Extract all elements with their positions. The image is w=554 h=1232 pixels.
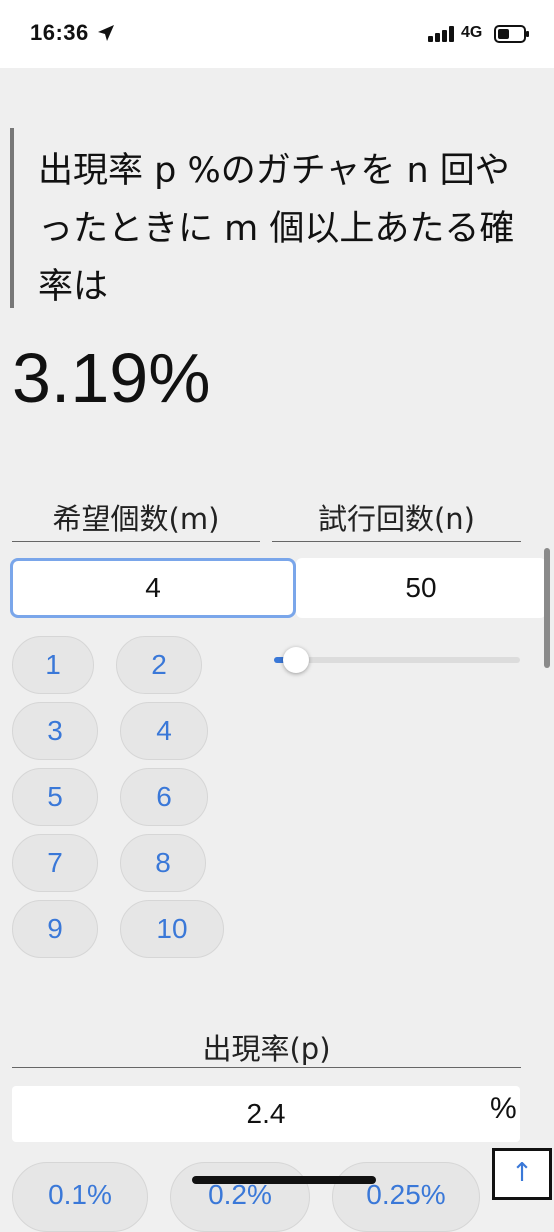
status-time: 16:36 xyxy=(30,20,89,45)
home-indicator[interactable] xyxy=(192,1176,376,1184)
trial-count-slider[interactable] xyxy=(274,647,520,673)
m-quick-button-6[interactable]: 6 xyxy=(120,768,208,826)
network-type-label: 4G xyxy=(461,24,483,41)
m-quick-button-8[interactable]: 8 xyxy=(120,834,206,892)
m-quick-button-2[interactable]: 2 xyxy=(116,636,202,694)
trial-count-label: 試行回数(n) xyxy=(272,496,521,542)
status-bar: 16:36 4G xyxy=(0,0,554,68)
location-arrow-icon xyxy=(98,25,114,41)
question-blockquote: 出現率 p %のガチャを n 回やったときに m 個以上あたる確率は xyxy=(10,128,520,308)
m-quick-button-10[interactable]: 10 xyxy=(120,900,224,958)
calculator-page: 出現率 p %のガチャを n 回やったときに m 個以上あたる確率は 3.19%… xyxy=(0,68,554,1232)
probability-result: 3.19% xyxy=(12,339,211,417)
desired-count-label: 希望個数(m) xyxy=(12,496,260,542)
scroll-to-top-button[interactable]: ↑ xyxy=(492,1148,552,1200)
trial-count-slider-thumb[interactable] xyxy=(283,647,309,673)
appearance-rate-label: 出現率(p) xyxy=(12,1026,521,1068)
m-quick-button-9[interactable]: 9 xyxy=(12,900,98,958)
m-quick-button-7[interactable]: 7 xyxy=(12,834,98,892)
m-quick-button-4[interactable]: 4 xyxy=(120,702,208,760)
up-arrow-icon: ↑ xyxy=(511,1158,533,1188)
rate-preset-button-0-25[interactable]: 0.25% xyxy=(332,1162,480,1232)
m-quick-button-5[interactable]: 5 xyxy=(12,768,98,826)
cellular-signal-icon xyxy=(428,26,454,42)
appearance-rate-input[interactable]: 2.4 xyxy=(12,1086,520,1142)
question-text: 出現率 p %のガチャを n 回やったときに m 個以上あたる確率は xyxy=(38,151,515,307)
percent-unit-label: % xyxy=(490,1092,517,1125)
rate-preset-button-0-1[interactable]: 0.1% xyxy=(12,1162,148,1232)
rate-preset-button-0-2[interactable]: 0.2% xyxy=(170,1162,310,1232)
battery-icon xyxy=(494,25,529,43)
desired-count-input[interactable]: 4 xyxy=(10,558,296,618)
m-quick-button-3[interactable]: 3 xyxy=(12,702,98,760)
trial-count-input[interactable]: 50 xyxy=(296,558,546,618)
page-scrollbar[interactable] xyxy=(544,548,550,668)
m-quick-button-1[interactable]: 1 xyxy=(12,636,94,694)
